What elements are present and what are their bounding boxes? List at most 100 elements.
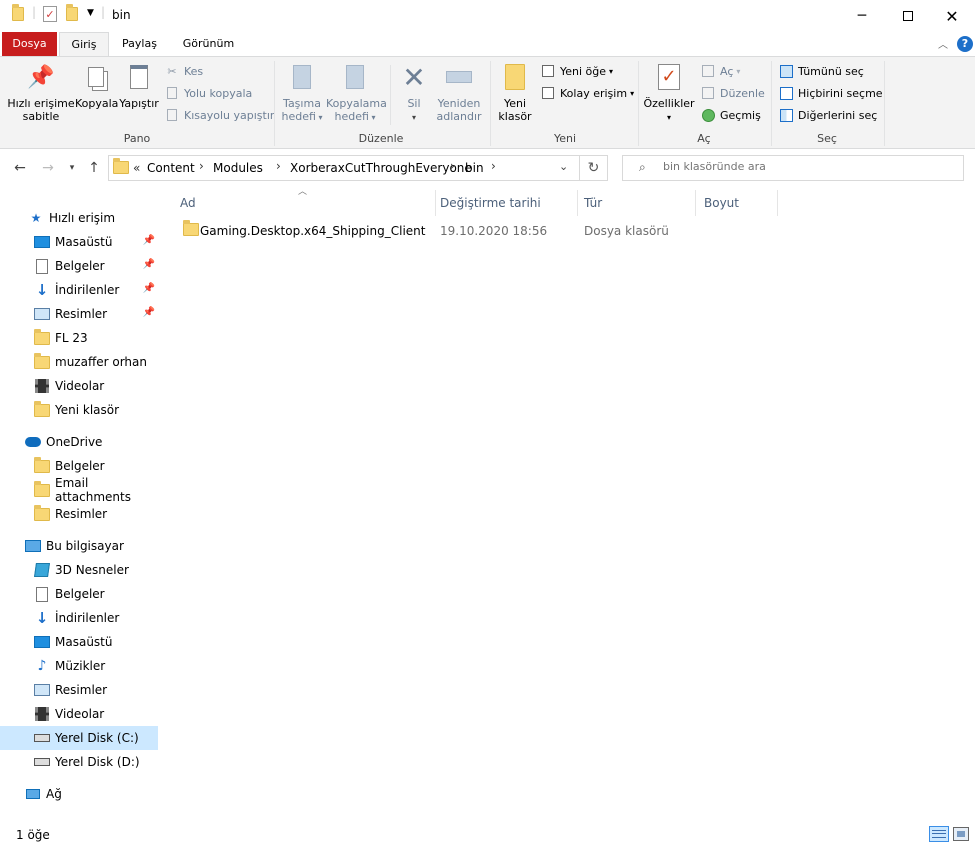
nav-label: Belgeler xyxy=(55,459,105,473)
search-input[interactable] xyxy=(663,160,953,173)
paste-shortcut-button[interactable]: Kısayolu yapıştır xyxy=(164,105,274,125)
breadcrumb-overflow[interactable]: « xyxy=(133,161,140,175)
help-icon[interactable]: ? xyxy=(957,36,973,52)
nav-onedrive-documents[interactable]: Belgeler xyxy=(0,454,158,478)
tab-share[interactable]: Paylaş xyxy=(113,32,166,56)
tab-file[interactable]: Dosya xyxy=(2,32,57,56)
select-all-button[interactable]: Tümünü seç xyxy=(778,61,864,81)
address-dropdown-icon[interactable]: ⌄ xyxy=(559,160,568,173)
pin-label-2: sabitle xyxy=(22,110,60,123)
nav-quick-new-folder[interactable]: Yeni klasör xyxy=(0,398,158,422)
collapse-ribbon-icon[interactable]: ︿ xyxy=(938,36,948,51)
forward-button[interactable]: → xyxy=(38,158,58,178)
select-all-label: Tümünü seç xyxy=(798,64,864,78)
breadcrumb-separator[interactable]: › xyxy=(450,159,455,173)
toolbar-separator: | xyxy=(101,5,106,19)
nav-quick-documents[interactable]: Belgeler 📌 xyxy=(0,254,158,278)
new-folder-icon xyxy=(499,61,531,93)
pinned-icon: 📌 xyxy=(142,283,155,294)
history-button[interactable]: Geçmiş xyxy=(700,105,761,125)
breadcrumb-content[interactable]: Content xyxy=(147,161,195,175)
edit-button[interactable]: Düzenle xyxy=(700,83,765,103)
address-bar[interactable]: « Content › Modules › XorberaxCutThrough… xyxy=(108,155,580,181)
copy-button[interactable]: Kopyala xyxy=(75,61,118,110)
column-header-name[interactable]: Ad xyxy=(172,190,436,216)
file-row[interactable]: Gaming.Desktop.x64_Shipping_Client 19.10… xyxy=(174,220,684,242)
maximize-button[interactable] xyxy=(885,0,931,32)
recent-locations-button[interactable]: ▾ xyxy=(62,158,82,178)
nav-quick-fl23[interactable]: FL 23 xyxy=(0,326,158,350)
pin-quick-access-button[interactable]: 📌 Hızlı erişime sabitle xyxy=(6,61,76,123)
nav-pc-pictures[interactable]: Resimler xyxy=(0,678,158,702)
properties-button[interactable]: ✓ Özellikler ▾ xyxy=(642,61,696,124)
delete-button[interactable]: ✕ Sil ▾ xyxy=(396,61,432,124)
rename-button[interactable]: Yeniden adlandır xyxy=(436,61,482,123)
nav-quick-downloads[interactable]: ↓ İndirilenler 📌 xyxy=(0,278,158,302)
nav-quick-videos[interactable]: Videolar xyxy=(0,374,158,398)
breadcrumb-separator[interactable]: › xyxy=(199,159,204,173)
paste-button[interactable]: Yapıştır xyxy=(118,61,160,110)
nav-pc-disk-c[interactable]: Yerel Disk (C:) xyxy=(0,726,158,750)
easy-access-button[interactable]: Kolay erişim ▾ xyxy=(540,83,634,103)
tab-home[interactable]: Giriş xyxy=(59,32,109,56)
nav-network[interactable]: Ağ xyxy=(0,782,158,806)
nav-pc-downloads[interactable]: ↓ İndirilenler xyxy=(0,606,158,630)
nav-pc-disk-d[interactable]: Yerel Disk (D:) xyxy=(0,750,158,774)
nav-label: muzaffer orhan xyxy=(55,355,147,369)
window-title: bin xyxy=(112,8,131,22)
cut-button[interactable]: ✂ Kes xyxy=(164,61,203,81)
properties-quick-icon[interactable]: ✓ xyxy=(43,6,57,22)
nav-pc-3d-objects[interactable]: 3D Nesneler xyxy=(0,558,158,582)
properties-label: Özellikler xyxy=(643,97,695,110)
nav-label: Belgeler xyxy=(55,259,105,273)
open-button[interactable]: Aç ▾ xyxy=(700,61,740,81)
copy-to-button[interactable]: Kopyalama hedefi ▾ xyxy=(326,61,387,124)
large-icons-view-icon xyxy=(957,831,965,837)
minimize-button[interactable]: ─ xyxy=(839,0,885,32)
nav-quick-muzaffer[interactable]: muzaffer orhan xyxy=(0,350,158,374)
nav-quick-desktop[interactable]: Masaüstü 📌 xyxy=(0,230,158,254)
column-header-size[interactable]: Boyut xyxy=(696,190,778,216)
up-button[interactable]: ↑ xyxy=(84,158,104,178)
new-item-icon xyxy=(540,63,556,79)
rename-label-1: Yeniden xyxy=(437,97,481,110)
breadcrumb-separator[interactable]: › xyxy=(276,159,281,173)
breadcrumb-modules[interactable]: Modules xyxy=(213,161,263,175)
nav-pc-videos[interactable]: Videolar xyxy=(0,702,158,726)
back-button[interactable]: ← xyxy=(10,158,30,178)
nav-label: Resimler xyxy=(55,683,108,697)
details-view-button[interactable] xyxy=(929,826,949,842)
breadcrumb-xorberax[interactable]: XorberaxCutThroughEveryone xyxy=(290,161,472,175)
new-folder-quick-icon[interactable] xyxy=(66,4,78,24)
customize-quick-access-icon[interactable]: ▼ xyxy=(87,8,94,18)
arrow-right-icon: → xyxy=(42,160,54,176)
nav-quick-pictures[interactable]: Resimler 📌 xyxy=(0,302,158,326)
nav-onedrive-pictures[interactable]: Resimler xyxy=(0,502,158,526)
new-item-button[interactable]: Yeni öğe ▾ xyxy=(540,61,613,81)
select-none-button[interactable]: Hiçbirini seçme xyxy=(778,83,883,103)
breadcrumb-bin[interactable]: bin xyxy=(465,161,484,175)
breadcrumb-separator[interactable]: › xyxy=(491,159,496,173)
nav-onedrive-email[interactable]: Email attachments xyxy=(0,476,158,504)
column-header-type[interactable]: Tür xyxy=(576,190,696,216)
new-folder-button[interactable]: Yeni klasör xyxy=(495,61,535,123)
nav-label: İndirilenler xyxy=(55,283,120,297)
close-button[interactable]: ✕ xyxy=(929,0,975,32)
nav-label: Resimler xyxy=(55,507,108,521)
nav-onedrive[interactable]: OneDrive xyxy=(0,430,158,454)
search-box[interactable]: ⌕ xyxy=(622,155,964,181)
nav-pc-music[interactable]: ♪ Müzikler xyxy=(0,654,158,678)
nav-pc-desktop[interactable]: Masaüstü xyxy=(0,630,158,654)
refresh-button[interactable]: ↻ xyxy=(580,155,608,181)
title-bar: | ✓ ▼ | bin ─ ✕ xyxy=(0,0,975,32)
network-icon xyxy=(25,786,41,802)
column-header-modified[interactable]: Değiştirme tarihi xyxy=(432,190,578,216)
copy-path-button[interactable]: Yolu kopyala xyxy=(164,83,252,103)
move-to-button[interactable]: Taşıma hedefi ▾ xyxy=(279,61,325,124)
nav-this-pc[interactable]: Bu bilgisayar xyxy=(0,534,158,558)
large-icons-view-button[interactable] xyxy=(953,827,969,841)
nav-pc-documents[interactable]: Belgeler xyxy=(0,582,158,606)
invert-selection-button[interactable]: Diğerlerini seç xyxy=(778,105,877,125)
nav-quick-access[interactable]: ★ Hızlı erişim xyxy=(0,206,158,230)
tab-view[interactable]: Görünüm xyxy=(172,32,245,56)
